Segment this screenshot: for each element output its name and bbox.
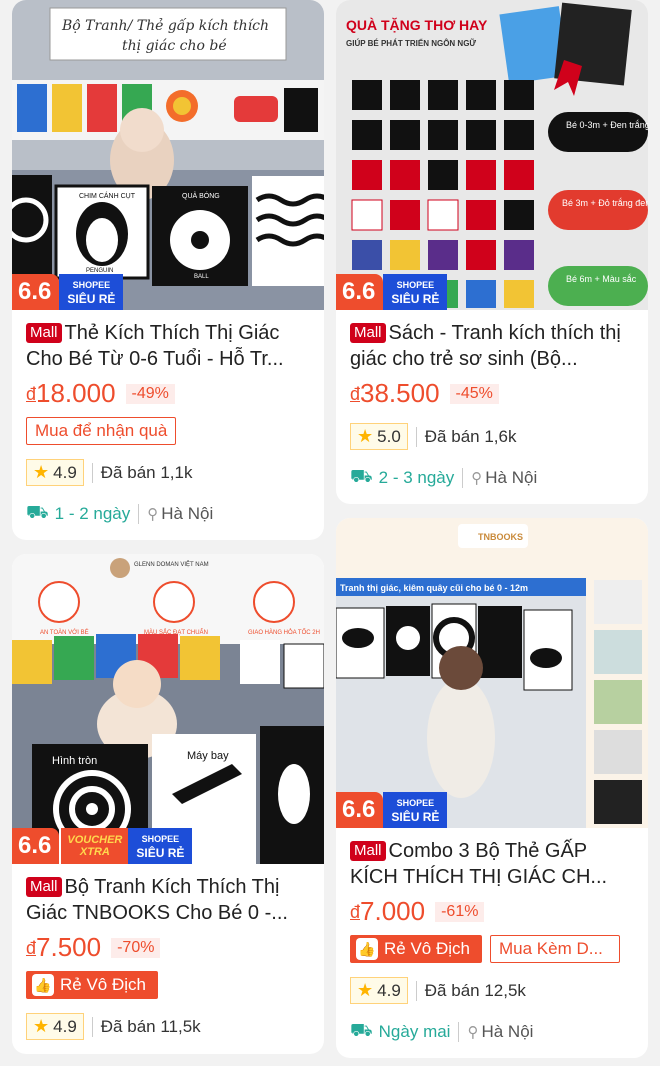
image-feature: AN TOÀN VỚI BÉ (40, 629, 89, 636)
image-label: BALL (194, 274, 209, 280)
product-card[interactable]: QUÀ TẶNG THƠ HAY GIÚP BÉ PHÁT TRIỂN NGÔN… (336, 0, 648, 504)
rating-badge: ★ 4.9 (26, 1013, 84, 1040)
image-tag: Bé 6m + Màu sắc (566, 274, 637, 284)
product-title[interactable]: Mall Bộ Tranh Kích Thích Thị Giác TNBOOKS… (26, 874, 310, 926)
seller-location: Hà Nội (481, 1022, 534, 1041)
location-pin-icon: ⚲ (147, 506, 159, 523)
image-feature: GIAO HÀNG HỎA TỐC 2H (248, 629, 320, 636)
product-image[interactable]: GLENN DOMAN VIỆT NAM AN TOÀN VỚI BÉ MÀU … (12, 554, 324, 864)
product-title[interactable]: Mall Combo 3 Bộ Thẻ GẤP KÍCH THÍCH THỊ GI… (350, 838, 634, 890)
product-photo: CHIM CÁNH CỤT PENGUIN QUẢ BÓNG BALL Bộ T… (12, 0, 324, 310)
sale-badge: 6.6 (12, 274, 60, 310)
image-caption: Bộ Tranh/ Thẻ gấp kích thích (61, 17, 269, 34)
sale-badge: 6.6 (12, 828, 60, 864)
star-icon: ★ (33, 462, 50, 482)
star-icon: ★ (357, 426, 374, 446)
truck-icon: ⛟ (26, 502, 49, 522)
product-price: đ38.500 (350, 378, 440, 408)
promo-badges: 6.6 SHOPEE SIÊU RẺ (336, 792, 448, 828)
product-image[interactable]: TNBOOKS Tranh thị giác, kiêm quây cũi ch… (336, 518, 648, 828)
shipping-info: ⛟ 2 - 3 ngày ⚲ Hà Nội (350, 466, 634, 490)
discount-badge: -70% (111, 937, 161, 958)
product-photo: QUÀ TẶNG THƠ HAY GIÚP BÉ PHÁT TRIỂN NGÔN… (336, 0, 648, 310)
voucher-xtra-badge: VOUCHER XTRA (59, 828, 129, 864)
sold-count: Đã bán 1,1k (100, 462, 193, 482)
mall-badge: Mall (350, 323, 386, 343)
image-brand: GLENN DOMAN VIỆT NAM (134, 560, 209, 568)
shipping-time: 1 - 2 ngày (54, 504, 131, 523)
image-tag: Bé 0-3m + Đen trắng (566, 120, 648, 130)
image-label: Hình tròn (52, 755, 97, 767)
rating-badge: ★ 5.0 (350, 423, 408, 450)
rating-badge: ★ 4.9 (26, 459, 84, 486)
sold-count: Đã bán 12,5k (424, 980, 526, 1000)
product-price: đ7.500 (26, 932, 102, 962)
discount-badge: -61% (435, 901, 485, 922)
mall-badge: Mall (350, 841, 386, 861)
sold-count: Đã bán 11,5k (100, 1016, 201, 1036)
product-card[interactable]: CHIM CÁNH CỤT PENGUIN QUẢ BÓNG BALL Bộ T… (12, 0, 324, 540)
product-price: đ7.000 (350, 896, 426, 926)
re-vo-dich-tag: 👍 Rẻ Vô Địch (350, 935, 482, 963)
star-icon: ★ (33, 1016, 50, 1036)
product-title[interactable]: Mall Sách - Tranh kích thích thị giác cho… (350, 320, 634, 372)
bundle-deal-tag: Mua Kèm D... (489, 935, 620, 963)
thumbs-up-icon: 👍 (356, 938, 378, 960)
product-image[interactable]: QUÀ TẶNG THƠ HAY GIÚP BÉ PHÁT TRIỂN NGÔN… (336, 0, 648, 310)
shipping-info: ⛟ 1 - 2 ngày ⚲ Hà Nội (26, 502, 310, 526)
truck-icon: ⛟ (350, 466, 373, 486)
location-pin-icon: ⚲ (471, 470, 483, 487)
location-pin-icon: ⚲ (467, 1024, 479, 1041)
product-image[interactable]: CHIM CÁNH CỤT PENGUIN QUẢ BÓNG BALL Bộ T… (12, 0, 324, 310)
product-title[interactable]: Mall Thẻ Kích Thích Thị Giác Cho Bé Từ 0-… (26, 320, 310, 372)
shopee-sieu-re-badge: SHOPEE SIÊU RẺ (383, 792, 448, 828)
product-photo: TNBOOKS Tranh thị giác, kiêm quây cũi ch… (336, 518, 648, 828)
shopee-sieu-re-badge: SHOPEE SIÊU RẺ (59, 274, 124, 310)
image-tag: Bé 3m + Đỏ trắng đen (562, 198, 648, 208)
discount-badge: -45% (449, 383, 499, 404)
shipping-time: 2 - 3 ngày (378, 468, 455, 487)
product-card[interactable]: GLENN DOMAN VIỆT NAM AN TOÀN VỚI BÉ MÀU … (12, 554, 324, 1054)
image-label: QUẢ BÓNG (182, 191, 220, 200)
image-title: QUÀ TẶNG THƠ HAY (346, 17, 488, 33)
promo-tag: Mua để nhận quà (26, 417, 177, 445)
shopee-sieu-re-badge: SHOPEE SIÊU RẺ (383, 274, 448, 310)
image-label: CHIM CÁNH CỤT (79, 191, 136, 200)
image-banner: Tranh thị giác, kiêm quây cũi cho bé 0 -… (340, 583, 528, 593)
image-brand: TNBOOKS (478, 532, 523, 542)
shipping-time: Ngày mai (378, 1022, 451, 1041)
thumbs-up-icon: 👍 (32, 974, 54, 996)
re-vo-dich-tag: 👍 Rẻ Vô Địch (26, 971, 158, 999)
sold-count: Đã bán 1,6k (424, 426, 517, 446)
seller-location: Hà Nội (485, 468, 538, 487)
image-subtitle: GIÚP BÉ PHÁT TRIỂN NGÔN NGỮ (346, 39, 476, 48)
product-card[interactable]: TNBOOKS Tranh thị giác, kiêm quây cũi ch… (336, 518, 648, 1058)
rating-badge: ★ 4.9 (350, 977, 408, 1004)
star-icon: ★ (357, 980, 374, 1000)
sale-badge: 6.6 (336, 274, 384, 310)
shipping-info: ⛟ Ngày mai ⚲ Hà Nội (350, 1020, 634, 1044)
promo-badges: 6.6 VOUCHER XTRA SHOPEE SIÊU RẺ (12, 828, 193, 864)
product-price: đ18.000 (26, 378, 116, 408)
mall-badge: Mall (26, 323, 62, 343)
seller-location: Hà Nội (161, 504, 214, 523)
image-label: Máy bay (187, 750, 229, 762)
promo-badges: 6.6 SHOPEE SIÊU RẺ (336, 274, 448, 310)
promo-badges: 6.6 SHOPEE SIÊU RẺ (12, 274, 124, 310)
shopee-sieu-re-badge: SHOPEE SIÊU RẺ (128, 828, 193, 864)
image-caption: thị giác cho bé (122, 38, 227, 54)
sale-badge: 6.6 (336, 792, 384, 828)
truck-icon: ⛟ (350, 1020, 373, 1040)
mall-badge: Mall (26, 877, 62, 897)
discount-badge: -49% (125, 383, 175, 404)
product-photo: GLENN DOMAN VIỆT NAM AN TOÀN VỚI BÉ MÀU … (12, 554, 324, 864)
